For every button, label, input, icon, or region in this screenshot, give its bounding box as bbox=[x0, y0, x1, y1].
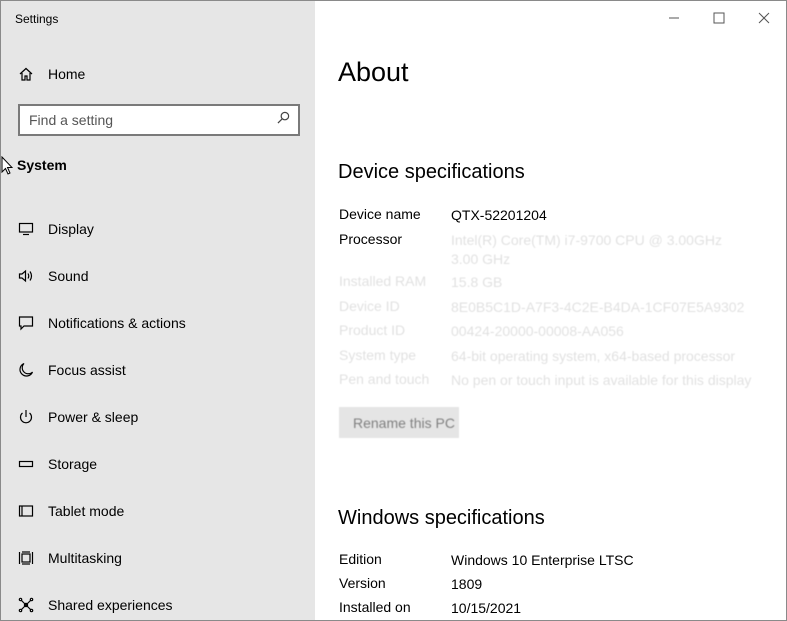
search-box[interactable] bbox=[18, 104, 300, 136]
spec-key: Product ID bbox=[339, 322, 406, 338]
nav-home[interactable]: Home bbox=[1, 57, 315, 91]
spec-row-product-id: Product ID 00424-20000-00008-AA056 bbox=[339, 322, 751, 341]
sidebar-item-multitasking[interactable]: Multitasking bbox=[1, 534, 315, 581]
spec-key: Pen and touch bbox=[339, 371, 430, 387]
sidebar-item-label: Power & sleep bbox=[48, 408, 139, 425]
settings-window: Settings Home System Display bbox=[0, 0, 787, 621]
windows-specs-heading: Windows specifications bbox=[338, 507, 545, 529]
sidebar-item-label: Shared experiences bbox=[48, 596, 173, 613]
monitor-icon bbox=[17, 220, 35, 238]
spec-key: Installed on bbox=[339, 599, 411, 615]
spec-key: Processor bbox=[339, 231, 403, 247]
main-content: About Device specifications Device name … bbox=[315, 1, 786, 620]
nav-list: Display Sound Notifications & actions Fo… bbox=[1, 205, 315, 620]
spec-value: 15.8 GB bbox=[451, 274, 503, 290]
section-title: System bbox=[17, 157, 67, 173]
mouse-cursor-icon bbox=[1, 156, 13, 175]
sidebar-item-label: Sound bbox=[48, 267, 89, 284]
spec-row-pen-touch: Pen and touch No pen or touch input is a… bbox=[339, 371, 781, 390]
tablet-icon bbox=[17, 502, 35, 520]
app-title: Settings bbox=[15, 12, 59, 26]
sidebar-item-label: Notifications & actions bbox=[48, 314, 186, 331]
sidebar-item-display[interactable]: Display bbox=[1, 205, 315, 252]
spec-value: Intel(R) Core(TM) i7-9700 CPU @ 3.00GHz … bbox=[451, 232, 722, 267]
spec-key: System type bbox=[339, 347, 417, 363]
spec-key: Version bbox=[339, 575, 386, 591]
spec-row-device-id: Device ID 8E0B5C1D-A7F3-4C2E-B4DA-1CF07E… bbox=[339, 298, 751, 317]
power-icon bbox=[17, 408, 35, 426]
sidebar: Settings Home System Display bbox=[1, 1, 315, 620]
spec-row-version: Version 1809 bbox=[339, 575, 751, 594]
spec-row-installed-ram: Installed RAM 15.8 GB bbox=[339, 273, 751, 292]
spec-key: Device ID bbox=[339, 298, 400, 314]
spec-value: No pen or touch input is available for t… bbox=[451, 372, 752, 388]
spec-value: 00424-20000-00008-AA056 bbox=[451, 323, 624, 339]
spec-value: 8E0B5C1D-A7F3-4C2E-B4DA-1CF07E5A9302 bbox=[451, 299, 745, 315]
sidebar-item-focus-assist[interactable]: Focus assist bbox=[1, 346, 315, 393]
spec-row-system-type: System type 64-bit operating system, x64… bbox=[339, 347, 751, 366]
search-icon[interactable] bbox=[277, 111, 290, 129]
sidebar-item-label: Focus assist bbox=[48, 361, 126, 378]
sidebar-item-tablet-mode[interactable]: Tablet mode bbox=[1, 487, 315, 534]
spec-row-device-name: Device name QTX-52201204 bbox=[339, 206, 751, 225]
sidebar-item-power-sleep[interactable]: Power & sleep bbox=[1, 393, 315, 440]
spec-key: Installed RAM bbox=[339, 273, 427, 289]
home-icon bbox=[17, 65, 35, 83]
search-input[interactable] bbox=[29, 112, 277, 128]
spec-value: 10/15/2021 bbox=[451, 600, 522, 616]
page-title: About bbox=[338, 57, 409, 87]
sidebar-item-storage[interactable]: Storage bbox=[1, 440, 315, 487]
sidebar-item-label: Multitasking bbox=[48, 549, 122, 566]
device-specs-heading: Device specifications bbox=[338, 161, 525, 183]
spec-key: Edition bbox=[339, 551, 382, 567]
spec-value: QTX-52201204 bbox=[451, 207, 547, 223]
sidebar-item-notifications[interactable]: Notifications & actions bbox=[1, 299, 315, 346]
shared-icon bbox=[17, 596, 35, 614]
spec-row-installed-on: Installed on 10/15/2021 bbox=[339, 599, 751, 618]
nav-home-label: Home bbox=[48, 66, 86, 82]
speaker-icon bbox=[17, 267, 35, 285]
spec-key: Device name bbox=[339, 206, 421, 222]
sidebar-item-shared-experiences[interactable]: Shared experiences bbox=[1, 581, 315, 620]
spec-value: 1809 bbox=[451, 576, 483, 592]
spec-value: Windows 10 Enterprise LTSC bbox=[451, 552, 634, 568]
spec-row-edition: Edition Windows 10 Enterprise LTSC bbox=[339, 551, 751, 570]
spec-row-processor: Processor Intel(R) Core(TM) i7-9700 CPU … bbox=[339, 231, 751, 269]
rename-pc-button[interactable]: Rename this PC bbox=[339, 407, 459, 438]
sidebar-item-sound[interactable]: Sound bbox=[1, 252, 315, 299]
sidebar-item-label: Tablet mode bbox=[48, 502, 125, 519]
notification-icon bbox=[17, 314, 35, 332]
sidebar-item-label: Display bbox=[48, 220, 94, 237]
spec-value: 64-bit operating system, x64-based proce… bbox=[451, 348, 736, 364]
sidebar-item-label: Storage bbox=[48, 455, 98, 472]
moon-icon bbox=[17, 361, 35, 379]
storage-icon bbox=[17, 455, 35, 473]
multitasking-icon bbox=[17, 549, 35, 567]
